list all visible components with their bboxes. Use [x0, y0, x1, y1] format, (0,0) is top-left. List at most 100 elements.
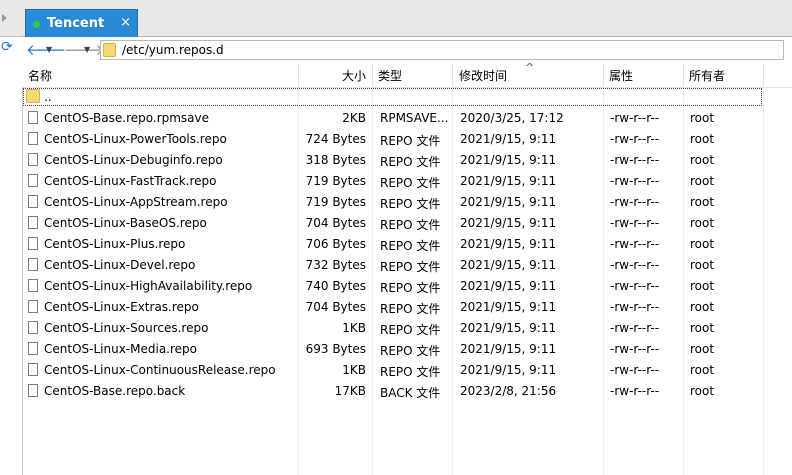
file-icon	[28, 174, 38, 187]
file-name: CentOS-Linux-FastTrack.repo	[44, 174, 217, 188]
file-name: CentOS-Linux-Plus.repo	[44, 237, 186, 251]
file-icon	[28, 216, 38, 229]
back-button[interactable]: 🡐 ▼	[26, 41, 66, 59]
file-type: REPO 文件	[380, 323, 441, 337]
file-name: CentOS-Linux-Devel.repo	[44, 258, 196, 272]
file-row[interactable]: CentOS-Linux-Sources.repo 1KB REPO 文件 2021/…	[22, 318, 792, 339]
file-attributes: -rw-r--r--	[610, 300, 660, 314]
column-header-name[interactable]: 名称	[28, 67, 52, 85]
file-owner: root	[690, 237, 715, 251]
file-owner: root	[690, 216, 715, 230]
column-divider[interactable]	[763, 63, 764, 87]
column-header-size[interactable]: 大小	[342, 67, 366, 85]
file-attributes: -rw-r--r--	[610, 258, 660, 272]
file-attributes: -rw-r--r--	[610, 279, 660, 293]
left-panel-edge: ⟳	[0, 0, 23, 475]
file-modified: 2021/9/15, 9:11	[460, 174, 557, 188]
file-type: REPO 文件	[380, 344, 441, 358]
file-row[interactable]: CentOS-Base.repo.back 17KB BACK 文件 2023/2/8…	[22, 381, 792, 402]
back-dropdown-chevron-down-icon[interactable]: ▼	[46, 41, 52, 59]
file-icon	[28, 132, 38, 145]
file-owner: root	[690, 363, 715, 377]
file-size: 693 Bytes	[305, 342, 366, 356]
column-divider[interactable]	[452, 63, 453, 87]
file-attributes: -rw-r--r--	[610, 174, 660, 188]
parent-directory-row[interactable]: ..	[22, 87, 792, 108]
forward-dropdown-chevron-down-icon[interactable]: ▼	[84, 41, 90, 59]
file-attributes: -rw-r--r--	[610, 216, 660, 230]
file-icon	[28, 258, 38, 271]
file-size: 2KB	[342, 111, 366, 125]
file-owner: root	[690, 321, 715, 335]
file-modified: 2021/9/15, 9:11	[460, 342, 557, 356]
file-attributes: -rw-r--r--	[610, 321, 660, 335]
path-input[interactable]: /etc/yum.repos.d	[100, 40, 784, 60]
file-name: CentOS-Base.repo.rpmsave	[44, 111, 210, 125]
file-modified: 2023/2/8, 21:56	[460, 384, 557, 398]
column-divider[interactable]	[603, 63, 604, 87]
column-header-type[interactable]: 类型	[378, 67, 402, 85]
file-type: REPO 文件	[380, 176, 441, 190]
file-owner: root	[690, 300, 715, 314]
column-divider[interactable]	[683, 63, 684, 87]
file-icon	[28, 384, 38, 397]
file-modified: 2020/3/25, 17:12	[460, 111, 564, 125]
column-divider[interactable]	[298, 63, 299, 87]
file-type: REPO 文件	[380, 239, 441, 253]
close-tab-icon[interactable]: ×	[120, 15, 131, 30]
file-attributes: -rw-r--r--	[610, 132, 660, 146]
file-row[interactable]: CentOS-Linux-PowerTools.repo 724 Bytes REP…	[22, 129, 792, 150]
file-attributes: -rw-r--r--	[610, 384, 660, 398]
file-modified: 2021/9/15, 9:11	[460, 132, 557, 146]
column-divider[interactable]	[372, 63, 373, 87]
file-size: 719 Bytes	[305, 195, 366, 209]
file-row[interactable]: CentOS-Base.repo.rpmsave 2KB RPMSAVE... 202…	[22, 108, 792, 129]
file-name: CentOS-Linux-HighAvailability.repo	[44, 279, 253, 293]
file-icon	[28, 153, 38, 166]
panel-expand-arrow-icon[interactable]	[2, 14, 7, 22]
column-header-attributes[interactable]: 属性	[609, 67, 633, 85]
file-size: 724 Bytes	[305, 132, 366, 146]
tab-tencent[interactable]: Tencent ×	[25, 9, 138, 37]
address-bar: 🡐 ▼ 🡒 ▼ /etc/yum.repos.d	[22, 37, 792, 64]
column-header-modified[interactable]: 修改时间	[459, 67, 507, 85]
file-row[interactable]: CentOS-Linux-FastTrack.repo 719 Bytes REPO…	[22, 171, 792, 192]
file-type: REPO 文件	[380, 197, 441, 211]
file-size: 704 Bytes	[305, 216, 366, 230]
file-row[interactable]: CentOS-Linux-AppStream.repo 719 Bytes REPO…	[22, 192, 792, 213]
file-size: 1KB	[342, 363, 366, 377]
file-modified: 2021/9/15, 9:11	[460, 258, 557, 272]
forward-button[interactable]: 🡒 ▼	[64, 41, 104, 59]
file-name: CentOS-Linux-Debuginfo.repo	[44, 153, 223, 167]
file-owner: root	[690, 384, 715, 398]
refresh-icon[interactable]: ⟳	[1, 39, 17, 55]
file-row[interactable]: CentOS-Linux-ContinuousRelease.repo 1KB RE…	[22, 360, 792, 381]
folder-icon	[103, 43, 116, 57]
file-icon	[28, 342, 38, 355]
file-modified: 2021/9/15, 9:11	[460, 237, 557, 251]
file-row[interactable]: CentOS-Linux-HighAvailability.repo 740 By…	[22, 276, 792, 297]
file-size: 318 Bytes	[305, 153, 366, 167]
file-row[interactable]: CentOS-Linux-Debuginfo.repo 318 Bytes REPO…	[22, 150, 792, 171]
file-row[interactable]: CentOS-Linux-Plus.repo 706 Bytes REPO 文件 20…	[22, 234, 792, 255]
file-attributes: -rw-r--r--	[610, 111, 660, 125]
column-header-owner[interactable]: 所有者	[689, 67, 725, 85]
file-modified: 2021/9/15, 9:11	[460, 363, 557, 377]
file-attributes: -rw-r--r--	[610, 363, 660, 377]
file-type: REPO 文件	[380, 218, 441, 232]
path-text: /etc/yum.repos.d	[122, 43, 224, 57]
file-list[interactable]: .. CentOS-Base.repo.rpmsave 2KB RPMSAVE...…	[22, 87, 792, 475]
file-icon	[28, 363, 38, 376]
file-row[interactable]: CentOS-Linux-Extras.repo 704 Bytes REPO 文件…	[22, 297, 792, 318]
file-row[interactable]: CentOS-Linux-Devel.repo 732 Bytes REPO 文件 2…	[22, 255, 792, 276]
file-size: 740 Bytes	[305, 279, 366, 293]
file-attributes: -rw-r--r--	[610, 153, 660, 167]
file-size: 17KB	[334, 384, 366, 398]
file-name: CentOS-Linux-PowerTools.repo	[44, 132, 227, 146]
file-type: REPO 文件	[380, 155, 441, 169]
file-icon	[28, 111, 38, 124]
file-size: 719 Bytes	[305, 174, 366, 188]
file-row[interactable]: CentOS-Linux-Media.repo 693 Bytes REPO 文件 2…	[22, 339, 792, 360]
file-row[interactable]: CentOS-Linux-BaseOS.repo 704 Bytes REPO 文件…	[22, 213, 792, 234]
file-type: REPO 文件	[380, 365, 441, 379]
